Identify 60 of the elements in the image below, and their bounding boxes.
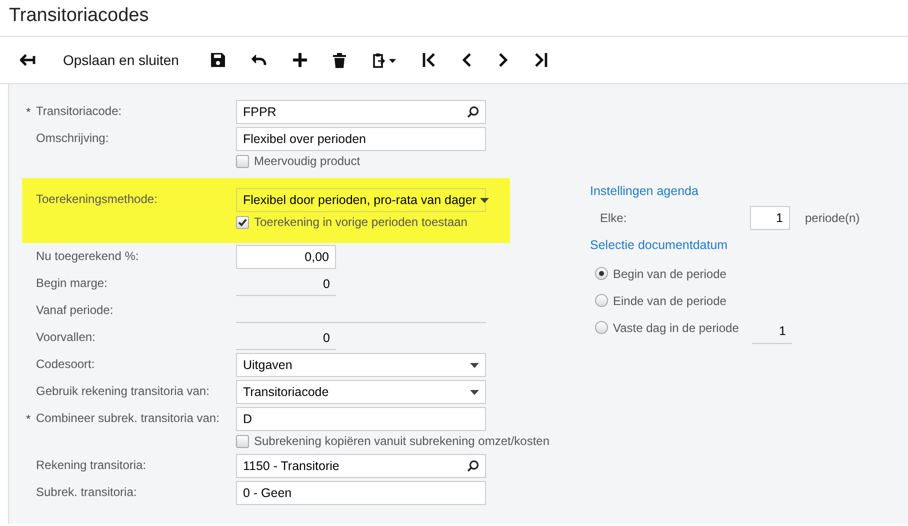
field-label: Codesoort: bbox=[36, 356, 96, 371]
radio-label: Begin van de periode bbox=[613, 266, 726, 280]
field-label: Nu toegerekend %: bbox=[36, 248, 140, 263]
field-label: Begin marge: bbox=[36, 275, 108, 290]
required-mark: * bbox=[26, 411, 32, 426]
radio-label: Vaste dag in de periode bbox=[613, 320, 739, 334]
field-label: Rekening transitoria: bbox=[36, 457, 148, 472]
dropdown[interactable]: Uitgaven bbox=[236, 353, 486, 377]
checkbox[interactable] bbox=[236, 216, 249, 228]
number-field[interactable]: 0,00 bbox=[236, 245, 336, 269]
checkbox-label: Toerekening in vorige perioden toestaan bbox=[254, 215, 468, 229]
text-field[interactable]: 0 - Geen bbox=[236, 481, 486, 505]
save-icon[interactable] bbox=[210, 53, 225, 67]
caret-icon[interactable] bbox=[480, 198, 490, 202]
radio-button[interactable] bbox=[595, 294, 608, 307]
last-page-icon[interactable] bbox=[534, 53, 548, 67]
checkbox-label: Meervoudig product bbox=[254, 154, 360, 168]
number-field[interactable]: 1 bbox=[750, 206, 790, 230]
readonly-field: 1 bbox=[752, 320, 792, 344]
dropdown[interactable]: Flexibel door perioden, pro-rata van dager bbox=[236, 188, 486, 212]
field-label: Omschrijving: bbox=[36, 130, 110, 145]
radio-label: Einde van de periode bbox=[613, 294, 726, 308]
search-icon[interactable] bbox=[467, 460, 479, 472]
section-heading: Instellingen agenda bbox=[590, 184, 700, 198]
field-label: Toerekeningsmethode: bbox=[36, 191, 158, 206]
save-and-close-button[interactable]: Opslaan en sluiten bbox=[49, 45, 198, 75]
checkbox[interactable] bbox=[236, 154, 249, 168]
dropdown[interactable]: Transitoriacode bbox=[236, 380, 486, 404]
readonly-field: 0 bbox=[236, 326, 336, 350]
text-field[interactable]: D bbox=[236, 407, 486, 431]
search-icon[interactable] bbox=[467, 106, 479, 118]
caret-icon[interactable] bbox=[470, 390, 479, 394]
required-mark: * bbox=[26, 104, 32, 119]
chevron-left-icon[interactable] bbox=[462, 53, 472, 67]
field-label: Voorvallen: bbox=[36, 329, 96, 344]
lookup-field[interactable]: FPPR bbox=[236, 100, 486, 124]
undo-icon[interactable] bbox=[250, 54, 267, 66]
field-label: Vanaf periode: bbox=[36, 302, 114, 317]
field-label: Gebruik rekening transitoria van: bbox=[36, 383, 210, 398]
section-heading: Selectie documentdatum bbox=[590, 238, 729, 252]
chevron-right-icon[interactable] bbox=[498, 53, 508, 67]
first-page-icon[interactable] bbox=[422, 53, 436, 67]
checkbox[interactable] bbox=[236, 434, 249, 448]
page-title: Transitoriacodes bbox=[0, 0, 908, 37]
field-label: Elke: bbox=[600, 211, 628, 225]
lookup-field[interactable]: 1150 - Transitorie bbox=[236, 454, 486, 478]
clipboard-icon[interactable] bbox=[372, 52, 396, 68]
unit-label: periode(n) bbox=[804, 211, 861, 225]
plus-icon[interactable] bbox=[292, 53, 307, 67]
readonly-field: 0 bbox=[236, 272, 336, 296]
text-field[interactable]: Flexibel over perioden bbox=[236, 127, 486, 151]
caret-icon[interactable] bbox=[470, 362, 479, 368]
radio-button[interactable] bbox=[595, 321, 608, 334]
field-label: Transitoriacode: bbox=[36, 103, 123, 118]
radio-button[interactable] bbox=[595, 267, 608, 280]
back-arrow-icon[interactable] bbox=[20, 53, 36, 67]
trash-icon[interactable] bbox=[332, 52, 346, 68]
field-label: Combineer subrek. transitoria van: bbox=[36, 410, 220, 425]
field-label: Subrek. transitoria: bbox=[36, 484, 138, 499]
checkbox-label: Subrekening kopiëren vanuit subrekening omzet/kosten bbox=[254, 434, 550, 448]
